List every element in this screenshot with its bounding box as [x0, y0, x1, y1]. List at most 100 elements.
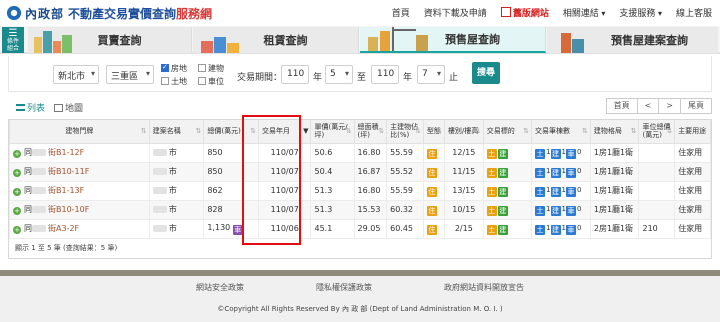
cell-project: 市 — [148, 218, 205, 239]
last-page-button[interactable]: 尾頁 — [680, 98, 712, 114]
checkbox-land-building[interactable] — [161, 63, 169, 72]
cell-floor: 10/15 — [443, 199, 484, 220]
col-count[interactable]: 交易筆棟數 — [531, 120, 591, 144]
count-badge-2: 車 — [565, 205, 576, 216]
tab-sale[interactable]: 買賣查詢 — [28, 27, 192, 53]
nav-online-service[interactable]: 線上客服 — [676, 6, 712, 19]
nav-support[interactable]: 支援服務 — [619, 6, 662, 19]
land-badge: 土 — [486, 148, 497, 159]
cell-address[interactable]: + 同 街A3-2F — [9, 218, 150, 239]
cell-address[interactable]: + 同 街B1-13F — [9, 180, 150, 201]
cell-address[interactable]: + 同 街B10-11F — [9, 161, 150, 182]
footer-link-security[interactable]: 網站安全政策 — [196, 282, 244, 293]
cell-layout: 1房1廳1衛 — [589, 199, 640, 220]
nav-links[interactable]: 相關連結 — [563, 6, 606, 19]
cell-type: 住 — [422, 161, 445, 182]
usage-text: 住家用 — [678, 167, 703, 176]
view-map-tab[interactable]: 地圖 — [54, 101, 83, 114]
cell-usage: 住家用 — [674, 161, 711, 182]
price-text: 828 — [207, 205, 223, 214]
address-text: 街A3-2F — [48, 224, 80, 233]
from-month-select[interactable]: 5 — [325, 65, 353, 84]
top-header: 內政部 不動產交易實價查詢 服務網 首頁 資料下載及申請 舊版網站 相關連結 支… — [0, 0, 720, 26]
to-year-input[interactable]: 110 — [371, 65, 399, 84]
nav-home[interactable]: 首頁 — [392, 6, 410, 19]
nav-download[interactable]: 資料下載及申請 — [424, 6, 487, 19]
col-area[interactable]: 總面積(坪) — [353, 120, 388, 144]
checkbox-parking[interactable] — [198, 77, 206, 85]
cell-usage: 住家用 — [674, 199, 711, 220]
masked-text — [152, 206, 167, 213]
cell-project: 市 — [148, 142, 205, 163]
city-select[interactable]: 新北市 — [53, 65, 99, 84]
col-floor[interactable]: 樓別/樓高 — [443, 120, 484, 144]
cell-count: 土1建1車0 — [531, 142, 591, 163]
col-unit-price[interactable]: 單價(萬元/坪) — [310, 120, 355, 144]
site-logo[interactable]: 內政部 不動產交易實價查詢 服務網 — [6, 4, 212, 22]
masked-text — [32, 187, 46, 194]
site-name: 不動產交易實價查詢 — [68, 6, 177, 21]
view-list-tab[interactable]: 列表 — [16, 101, 45, 114]
cell-floor: 11/15 — [443, 161, 484, 182]
col-layout[interactable]: 建物格局 — [589, 120, 640, 144]
expand-icon[interactable]: + — [13, 207, 21, 215]
masked-text — [152, 168, 167, 175]
address-prefix: 同 — [24, 186, 32, 195]
floor-text: 11/15 — [452, 167, 476, 176]
count-value: 0 — [576, 185, 582, 194]
table-row[interactable]: + 同街B1-13F 市 862 110/07 51.3 16.80 55.59 住 13/15 土… — [9, 180, 711, 201]
count-value: 0 — [576, 223, 582, 232]
col-usage[interactable]: 主要用途 — [674, 120, 711, 144]
layout-text: 1房1廳1衛 — [593, 148, 634, 157]
col-parking-price[interactable]: 車位總價(萬元) — [638, 120, 676, 144]
usage-text: 住家用 — [678, 148, 703, 157]
col-project[interactable]: 建案名稱 — [148, 120, 205, 144]
search-button[interactable]: 搜尋 — [472, 62, 500, 84]
to-month-select[interactable]: 7 — [417, 65, 445, 84]
count-badge-1: 建 — [550, 186, 561, 197]
area-text: 15.53 — [357, 205, 381, 214]
to-month-value: 7 — [422, 69, 428, 79]
col-type[interactable]: 型態 — [422, 120, 445, 144]
table-row[interactable]: + 同街A3-2F 市 1,130 車 110/06 45.1 29.05 60.45 住 2/1… — [9, 218, 711, 239]
from-year-input[interactable]: 110 — [281, 65, 309, 84]
highlight-box — [242, 115, 301, 245]
col-target[interactable]: 交易標的 — [482, 120, 533, 144]
expand-icon[interactable]: + — [13, 226, 21, 234]
cell-unit-price: 50.6 — [310, 142, 355, 163]
table-row[interactable]: + 同街B10-11F 市 850 110/07 50.4 16.87 55.52 住 11/15… — [9, 161, 711, 182]
tab-presale-project[interactable]: 預售屋建案查詢 — [547, 27, 718, 53]
checkbox-building[interactable] — [198, 64, 206, 72]
first-page-button[interactable]: 首頁 — [605, 98, 638, 114]
table-row[interactable]: + 同街B10-10F 市 828 110/07 51.3 15.53 60.32 住 10/15… — [9, 199, 711, 220]
footer-link-open-data[interactable]: 政府網站資料開放宣告 — [444, 282, 524, 293]
usage-text: 住家用 — [678, 224, 703, 233]
prev-page-button[interactable]: < — [636, 98, 660, 114]
cell-project: 市 — [148, 180, 205, 201]
nav-old-site[interactable]: 舊版網站 — [501, 6, 549, 19]
next-page-button[interactable]: > — [658, 98, 681, 114]
condition-menu-button[interactable]: ☰ 條件 組合 — [2, 27, 24, 53]
building-project-icon — [561, 29, 587, 53]
query-tabs: ☰ 條件 組合 買賣查詢 租賃查詢 預售屋查詢 預售屋建案查詢 — [0, 26, 720, 54]
district-select[interactable]: 三重區 — [106, 65, 154, 84]
area-text: 16.87 — [357, 167, 381, 176]
ministry-name: 內政部 — [25, 6, 65, 21]
expand-icon[interactable]: + — [13, 169, 21, 177]
result-count: 顯示 1 至 5 筆 (查詢結果：5 筆) — [15, 244, 118, 252]
cell-address[interactable]: + 同 街B10-10F — [9, 199, 150, 220]
table-row[interactable]: + 同街B1-12F 市 850 110/07 50.6 16.80 55.59 住 12/15 土… — [9, 142, 711, 163]
expand-icon[interactable]: + — [13, 188, 21, 196]
cell-address[interactable]: + 同 街B1-12F — [9, 142, 150, 163]
masked-text — [32, 149, 46, 156]
col-address[interactable]: 建物門牌 — [9, 120, 150, 144]
expand-icon[interactable]: + — [13, 150, 21, 158]
tab-rent[interactable]: 租賃查詢 — [193, 27, 359, 53]
cell-area: 16.87 — [353, 161, 388, 182]
checkbox-land[interactable] — [161, 77, 169, 85]
from-year-value: 110 — [287, 69, 305, 79]
cell-unit-price: 45.1 — [310, 218, 355, 239]
col-main-ratio[interactable]: 主建物佔比(%) — [386, 120, 424, 144]
footer-link-privacy[interactable]: 隱私權保護政策 — [316, 282, 372, 293]
tab-presale[interactable]: 預售屋查詢 — [360, 27, 546, 53]
